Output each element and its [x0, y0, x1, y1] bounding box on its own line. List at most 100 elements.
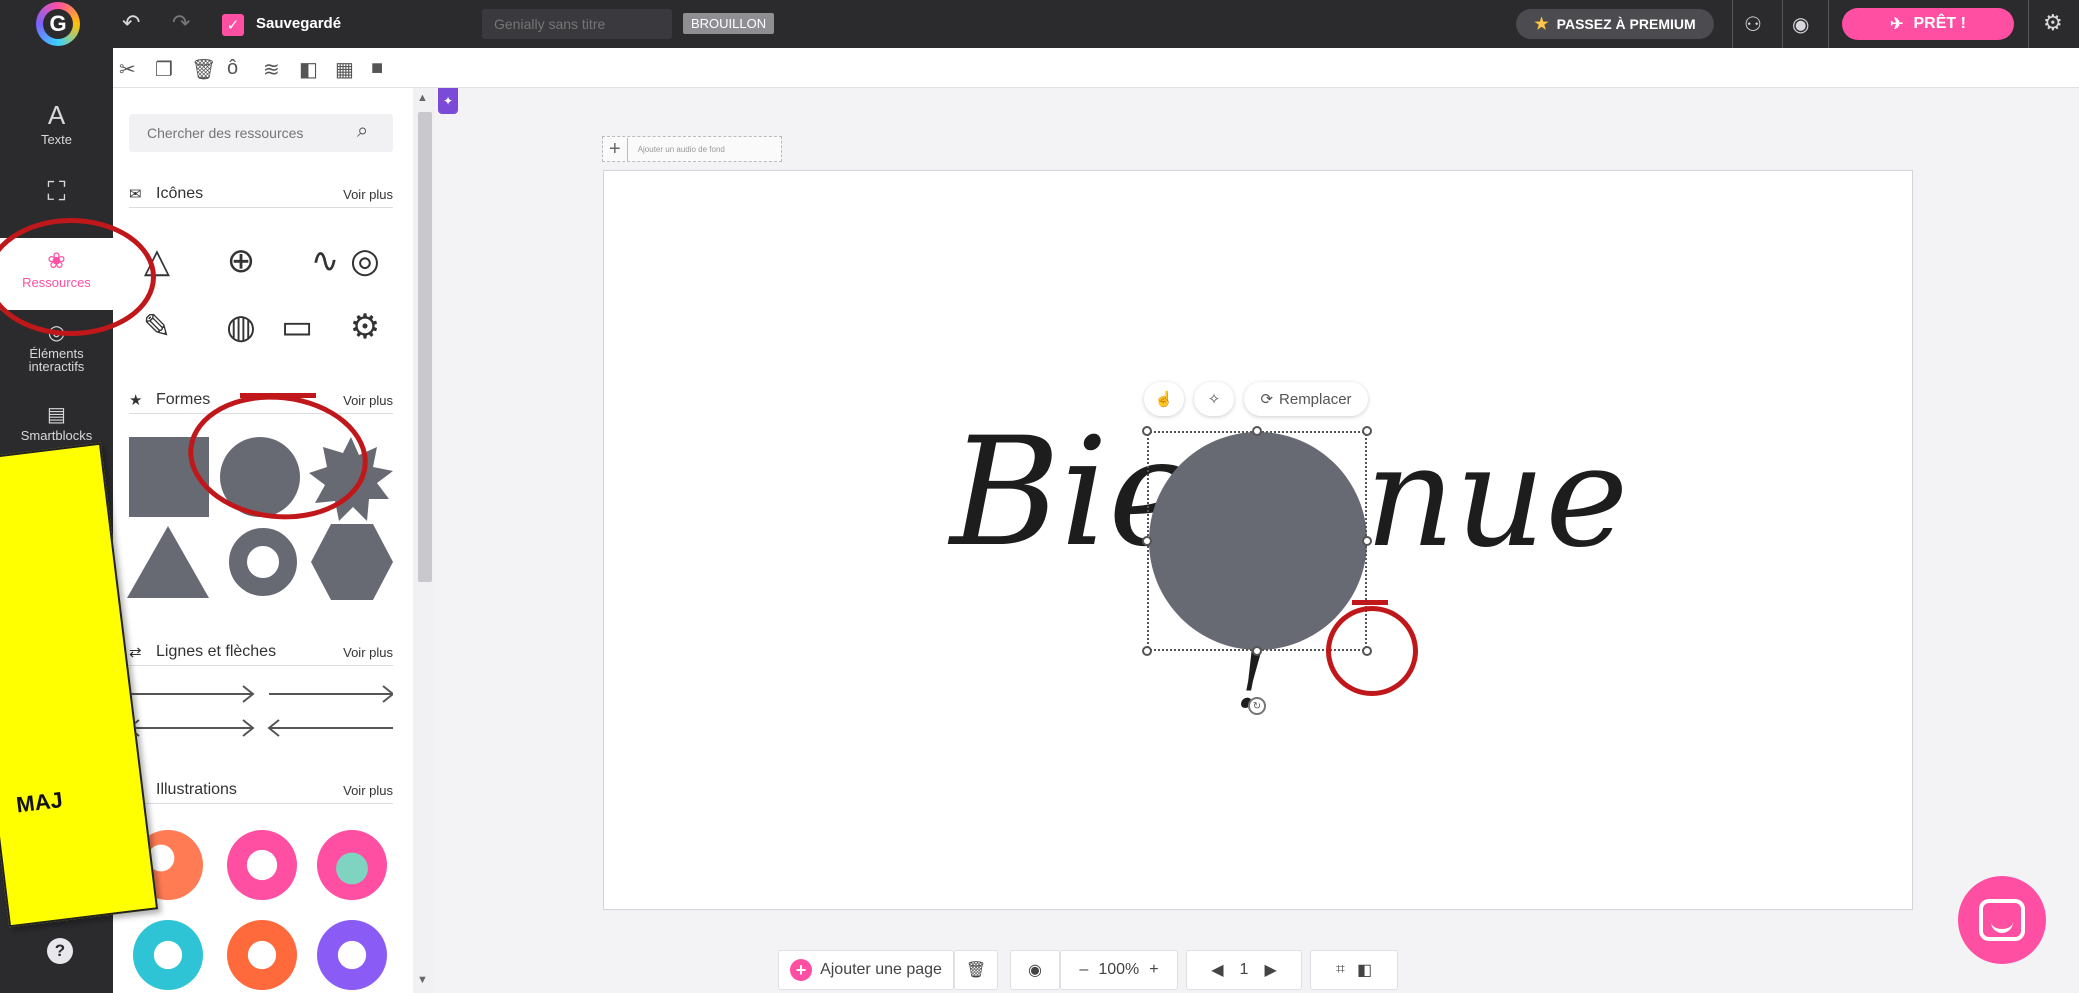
color-fill-icon[interactable]: ■ [371, 57, 383, 80]
text-icon: A [47, 100, 66, 130]
pin-panel-icon[interactable]: ✦ [438, 88, 458, 114]
undo-icon[interactable]: ↶ [122, 10, 140, 36]
preview-eye-icon[interactable]: ◉ [1792, 12, 1809, 37]
section-title: Lignes et flèches [156, 643, 277, 660]
divider [1732, 0, 1733, 48]
medical-kit-icon[interactable]: ⊕ [213, 236, 269, 286]
saved-check-icon: ✓ [222, 14, 244, 36]
add-page-label: Ajouter une page [820, 961, 942, 978]
cut-icon[interactable]: ✂ [119, 57, 136, 82]
delete-icon[interactable]: 🗑 [191, 57, 216, 82]
edit-toolbar: ✂ ❐ 🗑 ô ≋ ◧ ▦ ■ [113, 48, 2079, 88]
panel-scrollbar[interactable]: ▲ ▼ [413, 88, 435, 993]
magic-wand-icon: ✧ [1207, 391, 1221, 408]
illustration-thumb[interactable] [317, 920, 387, 990]
section-header-icons: ✉ Icônes Voir plus [129, 182, 393, 208]
resize-handle-tm[interactable] [1252, 426, 1262, 436]
section-header-lines: ⇄ Lignes et flèches Voir plus [129, 640, 393, 666]
page-navigator: ◀ 1 ▶ [1186, 950, 1302, 990]
help-button[interactable]: ? [47, 938, 73, 964]
genially-logo[interactable]: G [36, 2, 80, 46]
rail-item-images[interactable]: ⛶ [0, 176, 113, 208]
settings-gear-icon[interactable]: ⚙ [2043, 10, 2063, 36]
align-icon[interactable]: ◧ [299, 57, 318, 82]
section-title: Illustrations [156, 781, 237, 798]
resources-search-input[interactable] [129, 114, 393, 152]
opacity-icon[interactable]: ô [227, 57, 238, 80]
zoom-out-button[interactable]: – [1079, 961, 1088, 979]
interactivity-button[interactable]: ☝ [1144, 382, 1184, 416]
transparency-icon[interactable]: ▦ [335, 57, 354, 82]
animation-button[interactable]: ✧ [1194, 382, 1234, 416]
layers-icon[interactable]: ≋ [263, 57, 280, 82]
divider [1828, 0, 1829, 48]
illustration-thumb[interactable] [227, 920, 297, 990]
next-page-icon[interactable]: ▶ [1264, 960, 1276, 980]
see-more-link[interactable]: Voir plus [343, 393, 393, 408]
rotate-handle-icon[interactable]: ↻ [1248, 697, 1266, 715]
canvas-text-right[interactable]: nue [1365, 428, 1628, 568]
background-audio-button[interactable]: + Ajouter un audio de fond [602, 136, 782, 162]
draft-badge: BROUILLON [683, 13, 775, 34]
preview-page-button[interactable]: ◉ [1010, 950, 1060, 990]
laptop-icon[interactable]: ▭ [269, 302, 325, 352]
rail-item-texte[interactable]: A Texte [0, 100, 113, 146]
rail-item-smartblocks[interactable]: ▤ Smartblocks [0, 402, 113, 442]
resize-handle-ml[interactable] [1142, 536, 1152, 546]
shape-hexagon[interactable] [311, 524, 393, 600]
annotation-tick [240, 393, 316, 398]
zoom-level: 100% [1098, 961, 1140, 978]
resize-handle-tr[interactable] [1362, 426, 1372, 436]
copy-icon[interactable]: ❐ [155, 57, 173, 82]
lightbulb-icon[interactable]: ◎ [337, 236, 393, 286]
section-title: Icônes [156, 185, 204, 202]
top-bar: ↶ ↷ ✓ Sauvegardé BROUILLON ★ PASSEZ À PR… [0, 0, 2079, 48]
gears-icon[interactable]: ⚙ [337, 302, 393, 352]
line-arrows-grid[interactable] [129, 682, 393, 740]
project-title-input[interactable] [482, 9, 672, 39]
zoom-control: – 100% + [1060, 950, 1178, 990]
section-title: Formes [156, 391, 211, 408]
scroll-down-icon[interactable]: ▼ [417, 974, 428, 986]
premium-button[interactable]: ★ PASSEZ À PREMIUM [1516, 9, 1714, 39]
redo-icon[interactable]: ↷ [172, 10, 190, 36]
slides-view-icon[interactable]: ◧ [1357, 960, 1372, 980]
previous-page-icon[interactable]: ◀ [1211, 960, 1223, 980]
plus-circle-icon: + [790, 959, 813, 981]
shape-ring[interactable] [229, 528, 297, 596]
search-icon[interactable]: ⌕ [357, 120, 368, 143]
resize-handle-bm[interactable] [1252, 646, 1262, 656]
illustration-thumb[interactable] [227, 830, 297, 900]
sticky-text: MAJ [14, 787, 64, 818]
zoom-in-button[interactable]: + [1149, 961, 1158, 979]
frame-icon[interactable]: ⌗ [1336, 961, 1345, 979]
smartblocks-icon: ▤ [47, 404, 66, 426]
see-more-link[interactable]: Voir plus [343, 783, 393, 798]
add-page-button[interactable]: + Ajouter une page [778, 950, 954, 990]
annotation-circle-handle [1326, 606, 1418, 696]
resize-handle-tl[interactable] [1142, 426, 1152, 436]
star-icon: ★ [129, 392, 143, 409]
chat-support-button[interactable] [1958, 876, 2046, 964]
logo-letter: G [43, 9, 73, 39]
publish-button[interactable]: ✈ PRÊT ! [1842, 8, 2014, 40]
shape-triangle[interactable] [127, 526, 209, 598]
saved-status: Sauvegardé [256, 15, 342, 32]
see-more-link[interactable]: Voir plus [343, 187, 393, 202]
scroll-thumb[interactable] [418, 112, 432, 582]
add-collaborator-icon[interactable]: ⚇ [1744, 12, 1762, 37]
globe-icon[interactable]: ◍ [213, 302, 269, 352]
illustration-thumb[interactable] [133, 920, 203, 990]
delete-page-button[interactable]: 🗑 [954, 950, 998, 990]
premium-label: PASSEZ À PREMIUM [1556, 16, 1696, 32]
resize-handle-mr[interactable] [1362, 536, 1372, 546]
illustration-thumb[interactable] [317, 830, 387, 900]
resize-handle-bl[interactable] [1142, 646, 1152, 656]
view-controls: ⌗ ◧ [1310, 950, 1398, 990]
scroll-up-icon[interactable]: ▲ [417, 92, 428, 104]
replace-button[interactable]: ⟳ Remplacer [1244, 382, 1368, 416]
section-header-illustrations: ✿ Illustrations Voir plus [129, 778, 393, 804]
page-number: 1 [1239, 961, 1249, 978]
see-more-link[interactable]: Voir plus [343, 645, 393, 660]
plus-icon: + [609, 137, 628, 161]
